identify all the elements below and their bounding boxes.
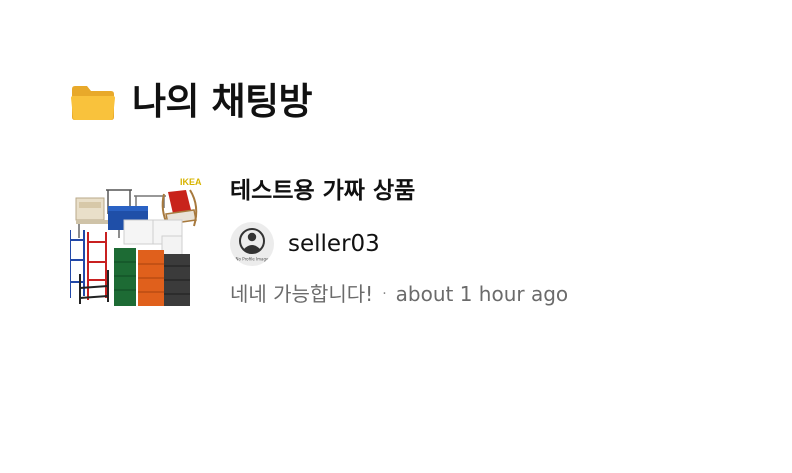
folder-icon <box>71 86 115 120</box>
seller-row: No Profile Image seller03 <box>230 222 568 266</box>
user-icon: No Profile Image <box>236 228 269 262</box>
product-title[interactable]: 테스트용 가짜 상품 <box>230 174 568 208</box>
avatar-caption: No Profile Image <box>236 257 269 262</box>
last-message: 네네 가능합니다! <box>230 282 374 306</box>
product-thumbnail: IKEA <box>70 170 204 308</box>
last-message-row: 네네 가능합니다! · about 1 hour ago <box>230 280 568 308</box>
page-title: 나의 채팅방 <box>132 80 313 123</box>
page-header: 나의 채팅방 <box>70 78 313 126</box>
chat-info: 테스트용 가짜 상품 No Profile Image seller03 네네 … <box>230 170 568 308</box>
separator-dot: · <box>382 286 387 302</box>
thumbnail-brand-text: IKEA <box>180 177 202 187</box>
seller-name: seller03 <box>288 231 380 257</box>
chat-list-item[interactable]: IKEA 테스트용 가짜 상품 No Profile Image seller0… <box>70 170 568 308</box>
avatar: No Profile Image <box>230 222 274 266</box>
message-time: about 1 hour ago <box>395 282 569 306</box>
